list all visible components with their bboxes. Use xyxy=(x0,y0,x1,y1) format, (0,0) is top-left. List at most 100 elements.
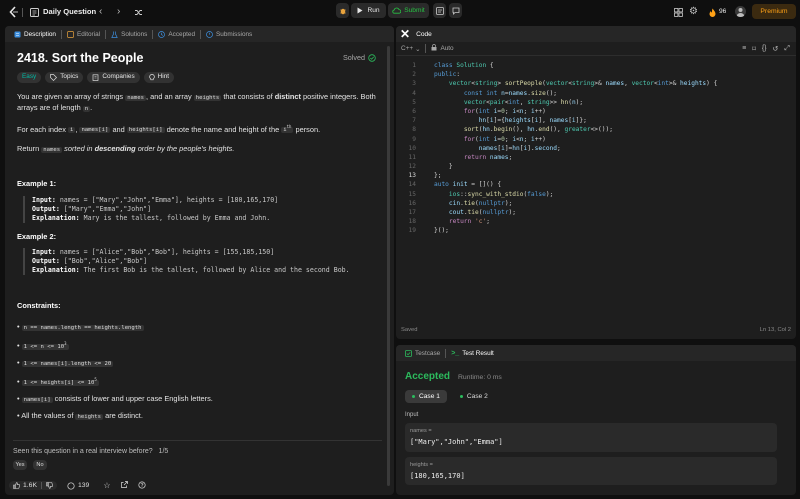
like-button[interactable]: 1.6K xyxy=(9,481,57,490)
lightbulb-icon xyxy=(148,73,155,80)
description-panel: Description Editorial Solutions Accepted… xyxy=(5,26,394,495)
hint-button[interactable]: Hint xyxy=(143,71,175,83)
description-doc-icon xyxy=(14,31,21,37)
note-icon xyxy=(435,6,444,15)
result-tabs: Testcase >_ Test Result xyxy=(396,345,796,361)
case-1-tab[interactable]: Case 1 xyxy=(405,390,447,403)
favorite-star-icon[interactable]: ☆ xyxy=(103,481,110,490)
avatar[interactable] xyxy=(735,6,746,17)
notes-button[interactable] xyxy=(433,3,446,18)
streak-fire-icon[interactable] xyxy=(708,7,716,17)
leetcode-logo-icon[interactable] xyxy=(8,6,19,18)
yes-button[interactable]: Yes xyxy=(13,460,27,470)
solved-status: Solved xyxy=(343,53,376,64)
example-2: Example 2: Input: names = ["Alice","Bob"… xyxy=(17,232,382,276)
constraint-item: • 1 <= n <= 103 xyxy=(17,340,69,350)
description-scrollbar[interactable] xyxy=(386,46,391,490)
heights-value-box: heights = [180,165,170] xyxy=(405,457,777,485)
checkbox-icon xyxy=(405,349,412,357)
constraint-item: • 1 <= heights[i] <= 105 xyxy=(17,376,99,386)
chevron-down-icon: ⌄ xyxy=(415,45,421,53)
tab-submissions[interactable]: Submissions xyxy=(201,26,257,42)
tab-description[interactable]: Description xyxy=(9,26,61,42)
layout-grid-icon[interactable] xyxy=(673,7,683,17)
shuffle-icon[interactable] xyxy=(133,7,143,17)
bookmark-icon[interactable]: ⌑ xyxy=(752,45,756,53)
braces-icon[interactable]: {} xyxy=(762,45,767,53)
submit-button[interactable]: Submit xyxy=(388,3,429,18)
topics-button[interactable]: Topics xyxy=(45,71,84,83)
terminal-icon: >_ xyxy=(451,349,460,357)
auto-mode[interactable]: Auto xyxy=(440,45,453,52)
prev-problem-icon[interactable]: ‹ xyxy=(99,6,102,17)
tab-accepted[interactable]: Accepted xyxy=(153,26,200,42)
action-bar: 1.6K 139 ☆ xyxy=(9,479,146,492)
input-label: Input xyxy=(405,412,419,418)
top-bar: Daily Question ‹ › Run Submit ⚙ 96 Premi… xyxy=(0,0,800,24)
tag-icon xyxy=(50,73,58,81)
runtime-text: Runtime: 0 ms xyxy=(458,374,502,381)
problem-title: 2418. Sort the People xyxy=(17,51,144,65)
run-button[interactable]: Run xyxy=(351,3,386,18)
case-pass-dot xyxy=(412,395,415,398)
tab-test-result[interactable]: >_ Test Result xyxy=(446,345,499,361)
accepted-status: Accepted xyxy=(405,371,451,382)
lock-icon xyxy=(431,44,437,53)
names-value-box: names = ["Mary","John","Emma"] xyxy=(405,423,777,452)
difficulty-badge: Easy xyxy=(17,71,42,83)
help-icon[interactable] xyxy=(137,480,146,491)
code-area[interactable]: 1 class Solution { 2 public: 3 vector<stri… xyxy=(396,61,796,321)
code-tab[interactable]: Code xyxy=(416,31,432,38)
streak-count: 96 xyxy=(719,8,727,15)
thumbs-down-icon[interactable] xyxy=(46,482,53,489)
daily-question-title[interactable]: Daily Question xyxy=(43,7,96,16)
settings-gear-icon[interactable]: ⚙ xyxy=(689,6,698,17)
fullscreen-icon[interactable]: ⤢ xyxy=(784,45,790,53)
problem-list-icon[interactable] xyxy=(29,7,39,17)
description-paragraph-2: For each index i, names[i] and heights[i… xyxy=(17,124,321,134)
format-icon[interactable]: ≡ xyxy=(742,45,746,53)
comment-icon xyxy=(452,7,459,15)
editor-tab-bar: ✕ Code xyxy=(396,26,796,42)
interview-question: Seen this question in a real interview b… xyxy=(13,448,169,455)
play-icon xyxy=(357,7,363,14)
test-result-panel: Testcase >_ Test Result Accepted Runtime… xyxy=(396,345,796,495)
companies-button[interactable]: Companies xyxy=(87,71,140,83)
no-button[interactable]: No xyxy=(33,460,47,470)
cursor-position: Ln 13, Col 2 xyxy=(759,327,791,333)
next-problem-icon[interactable]: › xyxy=(117,6,120,17)
description-paragraph-3: Return names sorted in descending order … xyxy=(17,143,235,153)
editorial-book-icon xyxy=(67,30,74,38)
constraint-item: • 1 <= names[i].length <= 20 xyxy=(17,357,114,367)
language-select[interactable]: C++ ⌄ xyxy=(401,45,420,53)
description-tabs: Description Editorial Solutions Accepted… xyxy=(5,26,394,42)
solved-check-icon xyxy=(368,54,376,62)
share-icon[interactable] xyxy=(120,481,128,490)
building-icon xyxy=(92,73,99,81)
constraints: Constraints: • n == names.length == heig… xyxy=(17,301,382,424)
case-pass-dot xyxy=(459,395,463,398)
thumbs-up-icon xyxy=(13,482,20,489)
example-1: Example 1: Input: names = ["Mary","John"… xyxy=(17,179,382,223)
comments-button[interactable]: 139 xyxy=(63,481,93,491)
feedback-button[interactable] xyxy=(449,3,462,18)
code-editor-panel: ✕ Code C++ ⌄ Auto ≡ ⌑ {} ↺ ⤢ 1 class Solut… xyxy=(396,26,796,339)
case-2-tab[interactable]: Case 2 xyxy=(453,390,495,403)
constraint-item: • n == names.length == heights.length xyxy=(17,321,144,331)
solutions-flask-icon xyxy=(111,31,118,38)
cloud-upload-icon xyxy=(392,7,402,14)
constraint-item: • All the values of heights are distinct… xyxy=(17,410,143,420)
reset-icon[interactable]: ↺ xyxy=(773,45,779,53)
tab-editorial[interactable]: Editorial xyxy=(62,26,105,42)
submissions-history-icon xyxy=(206,30,213,38)
bug-icon xyxy=(339,8,346,14)
tab-testcase[interactable]: Testcase xyxy=(400,345,445,361)
editor-toolbar: C++ ⌄ Auto ≡ ⌑ {} ↺ ⤢ xyxy=(396,42,796,56)
description-paragraph-1: You are given an array of strings names,… xyxy=(17,91,376,112)
tab-solutions[interactable]: Solutions xyxy=(106,26,152,42)
premium-button[interactable]: Premium xyxy=(752,4,796,19)
constraint-item: • names[i] consists of lower and upper c… xyxy=(17,393,213,403)
debug-button[interactable] xyxy=(336,3,349,18)
editor-status-bar: Saved Ln 13, Col 2 xyxy=(401,327,791,333)
close-icon[interactable]: ✕ xyxy=(400,27,410,41)
